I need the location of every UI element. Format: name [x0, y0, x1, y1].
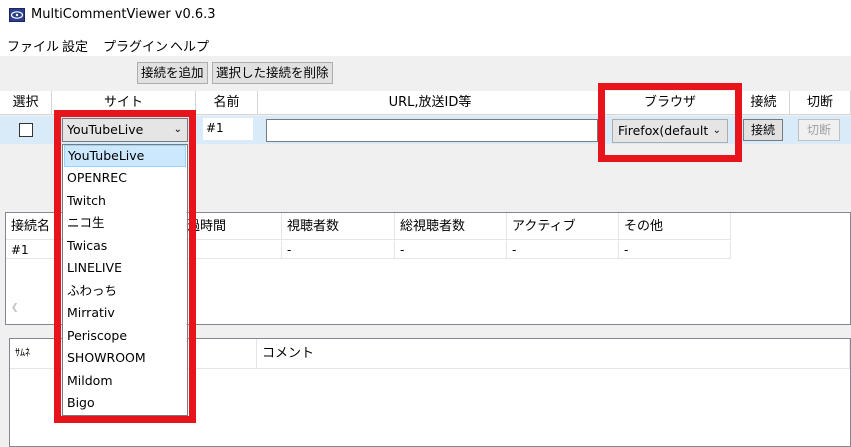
- menu-plugins[interactable]: プラグイン: [103, 36, 168, 55]
- col-header-name[interactable]: 名前: [196, 91, 258, 115]
- col-header-disconnect[interactable]: 切断: [790, 91, 851, 115]
- col-header-select[interactable]: 選択: [0, 91, 52, 115]
- site-highlight-box: [54, 110, 196, 423]
- status-cell-name: #1: [6, 241, 58, 259]
- col-header-connect[interactable]: 接続: [738, 91, 790, 115]
- status-cell-other: -: [619, 241, 731, 259]
- disconnect-button[interactable]: 切断: [798, 119, 840, 141]
- status-cell-active: -: [507, 241, 619, 259]
- col-header-viewers[interactable]: 視聴者数: [282, 213, 395, 240]
- select-checkbox[interactable]: [19, 123, 33, 137]
- remove-selected-connection-button[interactable]: 選択した接続を削除: [212, 62, 333, 84]
- col-header-thumbnail[interactable]: ｻﾑﾈ: [10, 339, 60, 369]
- col-header-active[interactable]: アクティブ: [507, 213, 619, 240]
- status-cell-elapsed: [182, 241, 282, 259]
- col-header-comment[interactable]: コメント: [257, 339, 850, 369]
- connect-button[interactable]: 接続: [743, 119, 783, 141]
- window-title: MultiCommentViewer v0.6.3: [31, 7, 216, 22]
- scroll-left-icon[interactable]: ❮: [11, 303, 19, 313]
- browser-highlight-box: [598, 83, 742, 162]
- add-connection-button[interactable]: 接続を追加: [137, 62, 208, 84]
- status-cell-viewers: -: [282, 241, 395, 259]
- menu-settings[interactable]: 設定: [62, 36, 88, 55]
- url-input[interactable]: [266, 119, 598, 142]
- col-header-connection-name[interactable]: 接続名: [6, 213, 58, 240]
- col-header-other[interactable]: その他: [619, 213, 731, 240]
- col-header-total-viewers[interactable]: 総視聴者数: [395, 213, 507, 240]
- app-logo-icon: [9, 8, 25, 22]
- menu-help[interactable]: ヘルプ: [170, 36, 209, 55]
- menu-file[interactable]: ファイル: [7, 36, 59, 55]
- col-header-elapsed[interactable]: 過時間: [182, 213, 282, 240]
- name-input[interactable]: #1: [203, 118, 253, 140]
- col-header-url[interactable]: URL,放送ID等: [258, 91, 603, 115]
- status-cell-total-viewers: -: [395, 241, 507, 259]
